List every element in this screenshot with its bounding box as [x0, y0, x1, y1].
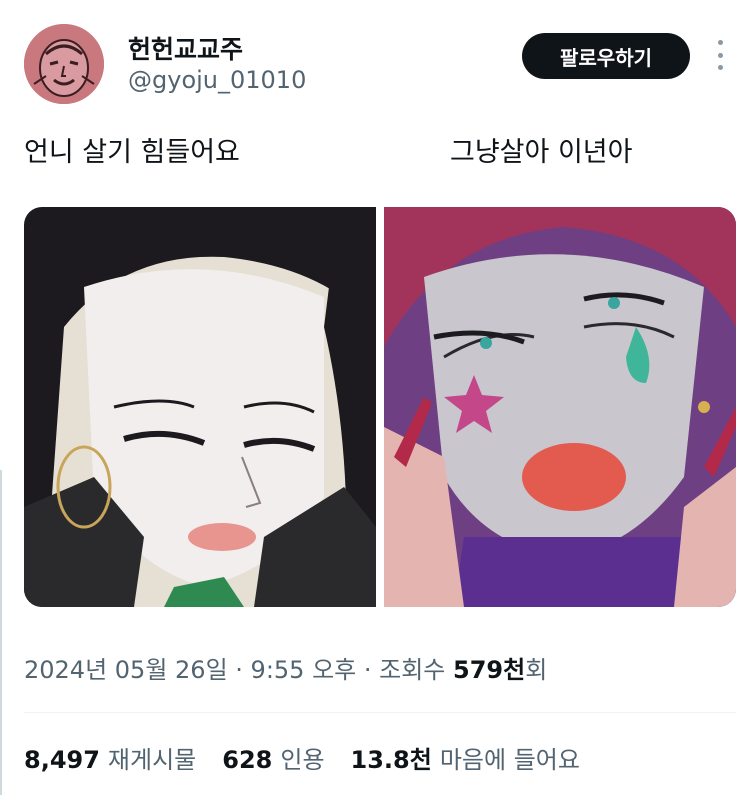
retweets-label: 재게시물 [107, 746, 197, 774]
follow-button[interactable]: 팔로우하기 [522, 33, 690, 79]
tweet-meta: 2024년 05월 26일 · 9:55 오후 · 조회수 579천회 [24, 650, 547, 685]
more-dot [717, 40, 723, 45]
tweet-media [24, 207, 736, 607]
tweet-date: 2024년 05월 26일 [24, 656, 228, 684]
retweets-count: 8,497 [24, 746, 100, 774]
quotes-stat[interactable]: 628 인용 [222, 740, 324, 775]
views-label: 조회수 [379, 656, 453, 684]
retweets-stat[interactable]: 8,497 재게시물 [24, 740, 196, 775]
left-edge-border [0, 470, 2, 795]
more-dot [717, 52, 723, 58]
avatar[interactable] [24, 24, 104, 104]
quotes-label: 인용 [280, 746, 325, 774]
tweet-time[interactable]: 9:55 오후 [251, 656, 357, 684]
more-dot [717, 65, 723, 70]
likes-label: 마음에 들어요 [439, 746, 580, 774]
likes-stat[interactable]: 13.8천 마음에 들어요 [351, 740, 580, 775]
tweet-caption-left: 언니 살기 힘들어요 [24, 137, 240, 168]
more-vertical-icon[interactable] [712, 40, 728, 70]
views-suffix: 회 [525, 656, 548, 684]
display-name[interactable]: 헌헌교교주 [128, 30, 243, 66]
anime-character-hisoka [384, 207, 736, 607]
tweet-stats: 8,497 재게시물 628 인용 13.8천 마음에 들어요 [24, 740, 580, 775]
tweet-image-left[interactable] [24, 207, 376, 607]
tweet-image-right[interactable] [384, 207, 736, 607]
user-handle[interactable]: @gyoju_01010 [128, 66, 306, 94]
meta-separator: · [227, 656, 251, 684]
meta-separator: · [356, 656, 380, 684]
views-count: 579천 [453, 656, 526, 684]
divider [24, 712, 736, 713]
tweet-caption-right: 그냥살아 이년아 [450, 137, 633, 168]
likes-count: 13.8천 [350, 746, 432, 774]
avatar-illustration [24, 24, 104, 104]
quotes-count: 628 [222, 746, 273, 774]
anime-character-illumi [24, 207, 376, 607]
